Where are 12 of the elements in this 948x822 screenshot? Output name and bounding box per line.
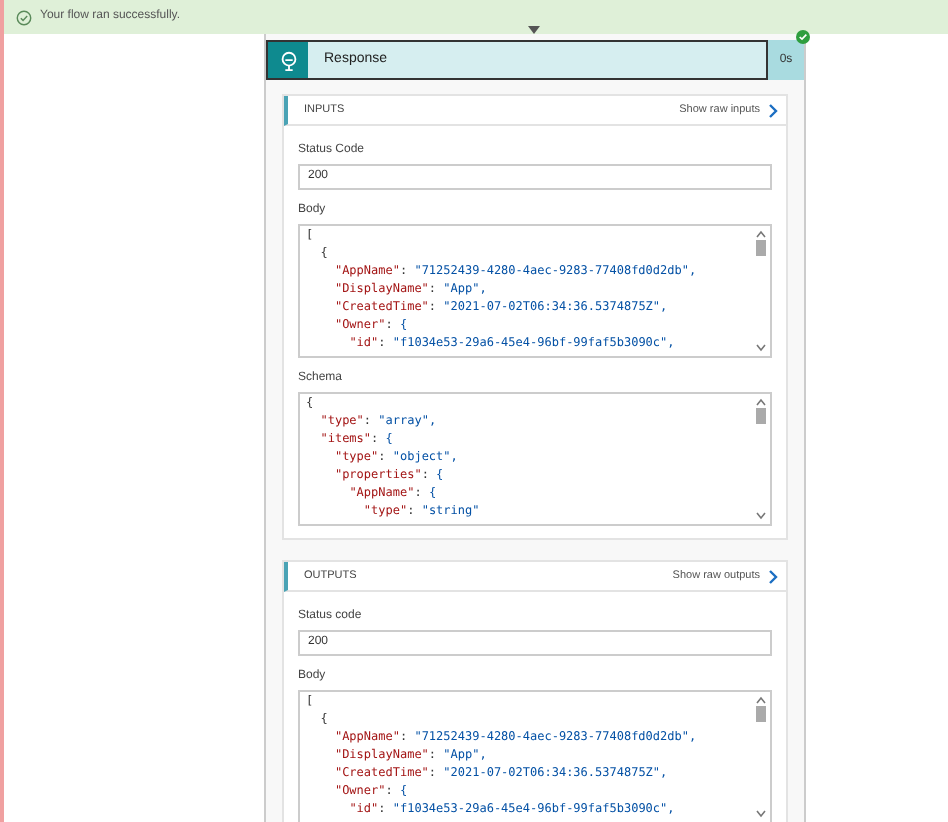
scroll-thumb[interactable]: [755, 706, 765, 722]
scroll-up-icon[interactable]: [755, 230, 765, 238]
scroll-thumb[interactable]: [755, 240, 765, 256]
scroll-thumb[interactable]: [755, 408, 765, 424]
scroll-up-icon[interactable]: [755, 696, 765, 704]
chevron-right-icon: [768, 569, 778, 583]
chevron-right-icon: [768, 103, 778, 117]
scroll-up-icon[interactable]: [755, 398, 765, 406]
scroll-down-icon[interactable]: [755, 810, 765, 818]
scroll-down-icon[interactable]: [755, 512, 765, 520]
check-circle-icon: [16, 9, 32, 25]
scroll-down-icon[interactable]: [755, 344, 765, 352]
